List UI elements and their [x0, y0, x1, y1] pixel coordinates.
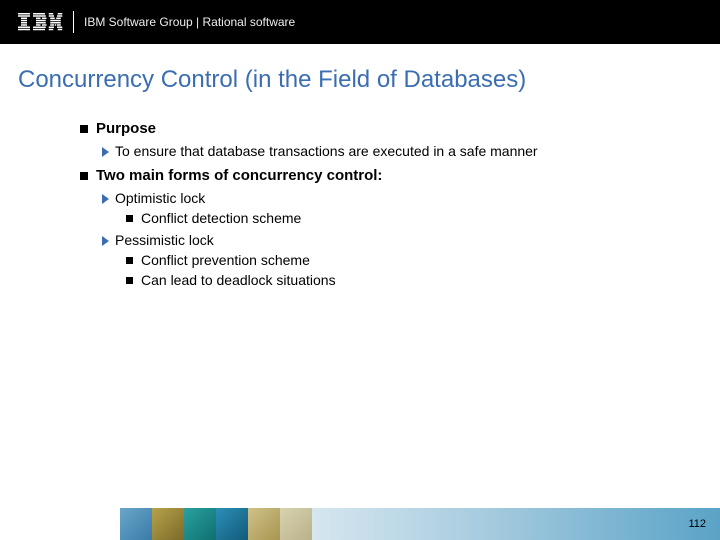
bullet-text: Pessimistic lock [115, 232, 214, 248]
ibm-logo-icon [18, 13, 63, 31]
bullet-text: Optimistic lock [115, 190, 205, 206]
square-bullet-icon [80, 125, 88, 133]
header-separator [73, 11, 74, 33]
footer-tile-icon [152, 508, 184, 540]
bullet-purpose: Purpose [80, 120, 680, 137]
arrow-bullet-icon [102, 147, 109, 157]
subsubbullet-pessimistic-detail1: Conflict prevention scheme [126, 252, 680, 268]
subsubbullet-optimistic-detail: Conflict detection scheme [126, 210, 680, 226]
bullet-text: Conflict prevention scheme [141, 252, 310, 268]
arrow-bullet-icon [102, 236, 109, 246]
arrow-bullet-icon [102, 194, 109, 204]
header-text: IBM Software Group | Rational software [84, 15, 295, 29]
footer-tile-icon [216, 508, 248, 540]
header-bar: IBM Software Group | Rational software [0, 0, 720, 44]
square-bullet-icon [80, 172, 88, 180]
footer-bar: 112 [312, 508, 720, 540]
subsubbullet-pessimistic-detail2: Can lead to deadlock situations [126, 272, 680, 288]
slide-title: Concurrency Control (in the Field of Dat… [18, 66, 720, 94]
bullet-text: Can lead to deadlock situations [141, 272, 336, 288]
subbullet-optimistic: Optimistic lock [102, 190, 680, 206]
slide: IBM Software Group | Rational software C… [0, 0, 720, 540]
subbullet-purpose-detail: To ensure that database transactions are… [102, 143, 680, 159]
footer: 112 [0, 508, 720, 540]
bullet-forms: Two main forms of concurrency control: [80, 167, 680, 184]
bullet-label: Two main forms of concurrency control: [96, 167, 382, 184]
footer-tile-icon [248, 508, 280, 540]
footer-artwork [120, 508, 312, 540]
footer-tile-icon [184, 508, 216, 540]
square-bullet-icon [126, 215, 133, 222]
footer-tile-icon [120, 508, 152, 540]
page-number: 112 [688, 518, 706, 530]
square-bullet-icon [126, 277, 133, 284]
footer-tile-icon [280, 508, 312, 540]
bullet-text: Conflict detection scheme [141, 210, 301, 226]
bullet-text: To ensure that database transactions are… [115, 143, 538, 159]
bullet-label: Purpose [96, 120, 156, 137]
subbullet-pessimistic: Pessimistic lock [102, 232, 680, 248]
square-bullet-icon [126, 257, 133, 264]
slide-content: Purpose To ensure that database transact… [0, 112, 720, 540]
